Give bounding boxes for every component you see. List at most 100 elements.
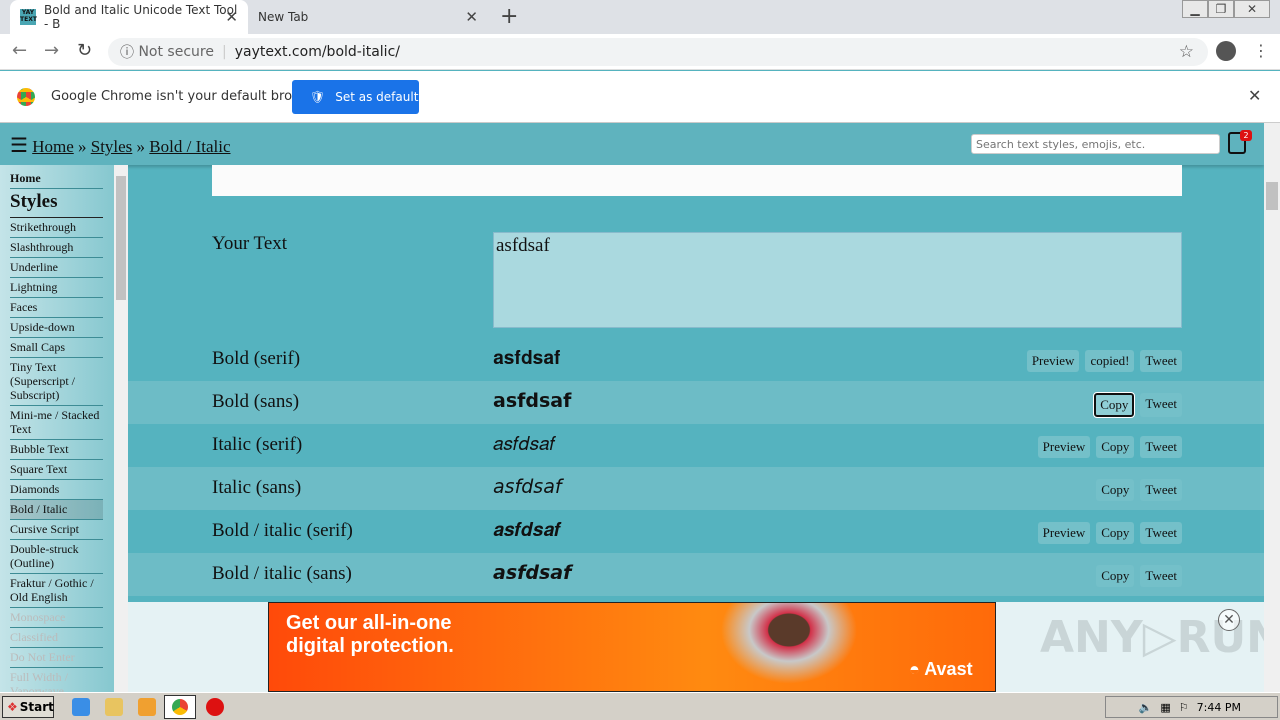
sidebar-item[interactable]: Faces — [10, 298, 103, 318]
close-ad-icon[interactable]: ✕ — [1218, 609, 1240, 631]
preview-button[interactable]: Preview — [1026, 350, 1080, 372]
media-player-icon[interactable] — [138, 698, 156, 716]
sidebar-item[interactable]: Upside-down — [10, 318, 103, 338]
forward-icon[interactable]: → — [44, 40, 59, 61]
volume-icon[interactable]: 🔈 — [1139, 701, 1153, 714]
flag-icon[interactable]: ⚐ — [1179, 701, 1189, 714]
copy-button[interactable]: Copy — [1096, 565, 1135, 587]
hamburger-menu-icon[interactable]: ☰ — [10, 135, 28, 157]
url-text: yaytext.com/bold-italic/ — [234, 44, 400, 60]
tab-strip: YAY TEXT Bold and Italic Unicode Text Too… — [0, 0, 1280, 34]
restore-button[interactable]: ❐ — [1208, 0, 1234, 18]
button-label: Set as default — [335, 90, 419, 104]
sidebar-item[interactable]: Strikethrough — [10, 218, 103, 238]
close-tab-icon[interactable]: ✕ — [225, 8, 238, 26]
clipboard-count-badge: 2 — [1240, 130, 1252, 141]
minimize-button[interactable]: ▁ — [1182, 0, 1208, 18]
start-label: Start — [19, 700, 54, 714]
sidebar-item[interactable]: Fraktur / Gothic / Old English — [10, 574, 103, 608]
tab-active[interactable]: YAY TEXT Bold and Italic Unicode Text Too… — [10, 0, 248, 34]
style-label: Bold / italic (sans) — [212, 563, 352, 584]
system-tray: 🔈 ▦ ⚐ 7:44 PM — [1105, 696, 1278, 718]
copy-button[interactable]: Copy — [1096, 479, 1135, 501]
your-text-input[interactable] — [493, 232, 1182, 328]
close-infobar-icon[interactable]: ✕ — [1248, 86, 1261, 105]
set-as-default-button[interactable]: 🛡 Set as default — [292, 80, 419, 114]
avast-ad-banner[interactable]: Get our all-in-one digital protection. ◓… — [268, 602, 996, 692]
chrome-taskbar-button[interactable] — [164, 695, 196, 719]
breadcrumb-home[interactable]: Home — [32, 137, 74, 156]
clock: 7:44 PM — [1196, 700, 1241, 714]
sidebar: Home Styles Strikethrough Slashthrough Und… — [0, 165, 128, 692]
copy-button[interactable]: Copy — [1093, 392, 1136, 418]
preview-button[interactable]: Preview — [1037, 436, 1091, 458]
separator: » — [136, 137, 146, 156]
sidebar-item[interactable]: Mini-me / Stacked Text — [10, 406, 103, 440]
sidebar-item[interactable]: Underline — [10, 258, 103, 278]
sidebar-item[interactable]: Slashthrough — [10, 238, 103, 258]
style-output: 𝘢𝘴𝘧𝘥𝘴𝘢𝘧 — [493, 476, 562, 498]
sidebar-item[interactable]: Square Text — [10, 460, 103, 480]
reload-icon[interactable]: ↻ — [77, 40, 92, 61]
tweet-button[interactable]: Tweet — [1140, 522, 1182, 544]
sidebar-item[interactable]: Do Not Enter — [10, 648, 103, 668]
tweet-button[interactable]: Tweet — [1140, 436, 1182, 458]
row-actions: Copy Tweet — [1096, 479, 1182, 501]
menu-icon[interactable]: ⋮ — [1253, 41, 1269, 60]
sidebar-item[interactable]: Diamonds — [10, 480, 103, 500]
row-actions: Copy Tweet — [1093, 392, 1182, 418]
sidebar-item[interactable]: Lightning — [10, 278, 103, 298]
star-icon[interactable]: ☆ — [1179, 42, 1194, 62]
back-icon[interactable]: ← — [12, 40, 27, 61]
sidebar-item[interactable]: Full Width / Vaporwave — [10, 668, 103, 692]
sidebar-item[interactable]: Small Caps — [10, 338, 103, 358]
sidebar-item[interactable]: Cursive Script — [10, 520, 103, 540]
yaytext-favicon: YAY TEXT — [20, 9, 37, 25]
style-row: Bold (sans) 𝗮𝘀𝗳𝗱𝘀𝗮𝗳 Copy Tweet — [128, 381, 1264, 424]
your-text-label: Your Text — [212, 233, 288, 254]
browser-toolbar: ← → ↻ ⓘ Not secure | yaytext.com/bold-it… — [0, 34, 1280, 70]
profile-avatar[interactable] — [1216, 41, 1236, 61]
style-output: 𝑎𝑠𝑓𝑑𝑠𝑎𝑓 — [493, 433, 556, 455]
tweet-button[interactable]: Tweet — [1140, 565, 1182, 587]
sidebar-item[interactable]: Tiny Text (Superscript / Subscript) — [10, 358, 103, 406]
tab-new-tab[interactable]: New Tab ✕ — [248, 0, 488, 34]
sidebar-item[interactable]: Monospace — [10, 608, 103, 628]
tweet-button[interactable]: Tweet — [1140, 350, 1182, 372]
breadcrumb-bold-italic[interactable]: Bold / Italic — [149, 137, 230, 156]
sidebar-heading: Styles — [10, 189, 103, 218]
sidebar-item[interactable]: Bold / Italic — [10, 500, 103, 520]
network-icon[interactable]: ▦ — [1160, 701, 1170, 714]
preview-button[interactable]: Preview — [1037, 522, 1091, 544]
site-header: ☰ Home » Styles » Bold / Italic 2 — [0, 123, 1264, 165]
tweet-button[interactable]: Tweet — [1140, 479, 1182, 501]
sidebar-item[interactable]: Bubble Text — [10, 440, 103, 460]
style-row: Bold / italic (sans) 𝙖𝙨𝙛𝙙𝙨𝙖𝙛 Copy Tweet — [128, 553, 1264, 596]
sidebar-item[interactable]: Classified — [10, 628, 103, 648]
sidebar-item[interactable]: Double-struck (Outline) — [10, 540, 103, 574]
search-input[interactable] — [971, 134, 1220, 154]
row-actions: Preview Copy Tweet — [1037, 522, 1182, 544]
tab-title: New Tab — [258, 10, 309, 24]
copied-button[interactable]: copied! — [1085, 350, 1135, 372]
row-actions: Preview Copy Tweet — [1037, 436, 1182, 458]
breadcrumb-styles[interactable]: Styles — [91, 137, 133, 156]
address-bar[interactable]: ⓘ Not secure | yaytext.com/bold-italic/ … — [108, 38, 1208, 66]
style-label: Bold (serif) — [212, 348, 301, 369]
close-tab-icon[interactable]: ✕ — [465, 8, 478, 26]
page-scrollbar-thumb[interactable] — [1266, 182, 1278, 210]
avast-logo: ◓ Avast — [909, 659, 973, 679]
new-tab-button[interactable]: + — [500, 4, 518, 29]
start-button[interactable]: ❖ Start — [2, 696, 54, 718]
folder-icon[interactable] — [105, 698, 123, 716]
copy-button[interactable]: Copy — [1096, 436, 1135, 458]
close-window-button[interactable]: ✕ — [1234, 0, 1270, 18]
sidebar-item-home[interactable]: Home — [10, 169, 103, 189]
tweet-button[interactable]: Tweet — [1140, 393, 1182, 417]
copy-button[interactable]: Copy — [1096, 522, 1135, 544]
info-icon[interactable]: ⓘ — [120, 42, 138, 62]
sidebar-scrollbar-thumb[interactable] — [116, 176, 126, 300]
ie-icon[interactable] — [72, 698, 90, 716]
ad-brand: Avast — [924, 659, 973, 679]
opera-icon[interactable] — [206, 698, 224, 716]
